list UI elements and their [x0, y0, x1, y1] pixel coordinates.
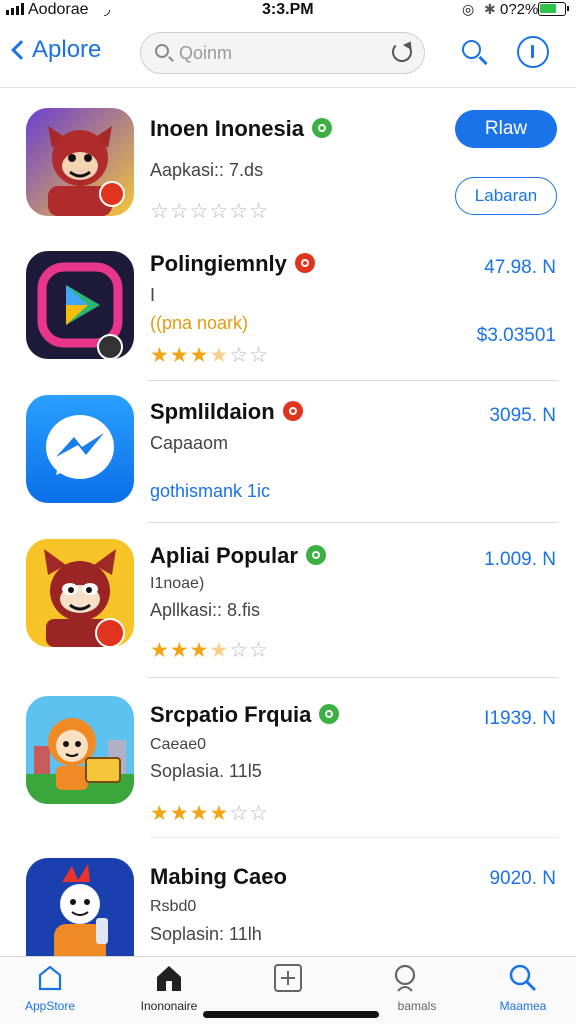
status-bar: Aodorae ◞ 3:3.PM ◎ ✱ 0?2%	[0, 0, 576, 22]
chevron-left-icon	[11, 40, 31, 60]
app-subtitle: I	[150, 285, 156, 305]
app-price[interactable]: 47.98. N	[484, 257, 556, 279]
app-store-icon	[35, 963, 65, 993]
location-icon: ◎	[462, 1, 475, 17]
app-name: Inoen Inonesia	[150, 116, 333, 142]
signal-icon	[6, 3, 24, 15]
tab-add[interactable]	[233, 963, 343, 999]
battery-icon	[538, 2, 569, 16]
app-icon-hero	[26, 539, 134, 647]
verified-badge-icon	[319, 704, 340, 725]
search-icon	[155, 44, 169, 58]
wifi-icon: ◞	[104, 1, 111, 18]
carrier-label: Aodorae	[28, 1, 89, 18]
app-icon-play	[26, 251, 134, 359]
plus-square-icon	[273, 963, 303, 993]
list-item[interactable]: Apliai Popular I1noae) Apllkasi:: 8.fis …	[0, 523, 576, 678]
verified-badge-icon	[312, 118, 333, 139]
search-input[interactable]: Qoinm	[140, 32, 425, 74]
search-input-text: Qoinm	[179, 43, 233, 63]
rating-stars: ★★★★☆☆	[150, 639, 269, 662]
app-icon-character	[26, 696, 134, 804]
search-icon	[508, 963, 538, 993]
app-icon-messenger	[26, 395, 134, 503]
app-icon-devil	[26, 108, 134, 216]
app-name: Mabing Caeo	[150, 864, 287, 889]
app-name: Spmlildaion	[150, 399, 303, 425]
app-name: Apliai Popular	[150, 543, 326, 569]
app-tag: ((pna noark)	[150, 313, 249, 333]
app-subtitle-2: Soplasia. 11l5	[150, 761, 262, 781]
tab-home[interactable]: Inononaire	[114, 963, 224, 1013]
list-item[interactable]: Mabing Caeo Rsbd0 Soplasin: 11lh 9020. N	[0, 838, 576, 956]
get-button[interactable]: Rlaw	[455, 110, 557, 148]
battery-percent: 0?2%	[500, 1, 539, 18]
info-button[interactable]	[517, 36, 549, 68]
back-button[interactable]: Aplore	[6, 36, 101, 64]
verified-badge-icon	[282, 401, 303, 422]
app-icon-mascot	[26, 858, 134, 956]
search-icon	[392, 963, 422, 993]
search-button[interactable]	[460, 38, 488, 66]
app-price[interactable]: 1.009. N	[484, 549, 556, 571]
reload-icon[interactable]	[392, 42, 412, 62]
home-icon	[154, 963, 184, 993]
app-name: Polingiemnly	[150, 251, 315, 277]
back-label: Aplore	[32, 36, 102, 63]
app-name: Srcpatio Frquia	[150, 702, 340, 728]
app-subtitle-2: Apllkasi:: 8.fis	[150, 600, 261, 620]
rating-stars: ★★★★☆☆	[150, 802, 269, 825]
status-time: 3:3.PM	[262, 1, 314, 18]
tab-label: Maamea	[499, 999, 547, 1013]
tab-search[interactable]: bamals	[352, 963, 462, 1013]
app-subtitle: Caeae0	[150, 736, 207, 753]
rating-stars: ☆☆☆☆☆☆	[150, 200, 269, 223]
app-price-secondary[interactable]: $3.03501	[477, 325, 556, 347]
app-link[interactable]: gothismank 1ic	[150, 481, 270, 502]
list-item[interactable]: Inoen Inonesia Aapkasi:: 7.ds ☆☆☆☆☆☆ Rla…	[0, 90, 576, 233]
app-subtitle: Rsbd0	[150, 898, 197, 915]
rating-stars: ★★★★☆☆	[150, 344, 269, 367]
list-item[interactable]: Polingiemnly I ((pna noark) ★★★★☆☆ 47.98…	[0, 233, 576, 381]
app-price[interactable]: 3095. N	[489, 405, 556, 427]
app-subtitle-2: Soplasin: 11lh	[150, 924, 262, 944]
app-subtitle: Aapkasi:: 7.ds	[150, 160, 264, 180]
secondary-button[interactable]: Labaran	[455, 177, 557, 215]
app-subtitle: I1noae)	[150, 575, 205, 592]
list-item[interactable]: Spmlildaion Capaaom gothismank 1ic 3095.…	[0, 381, 576, 523]
tab-label: bamals	[397, 999, 437, 1013]
app-price[interactable]: I1939. N	[484, 708, 556, 730]
app-subtitle: Capaaom	[150, 433, 229, 453]
verified-badge-icon	[305, 545, 326, 566]
verified-badge-icon	[294, 253, 315, 274]
navigation-bar: Aplore Qoinm	[0, 24, 576, 88]
app-price[interactable]: 9020. N	[489, 868, 556, 890]
home-indicator[interactable]	[203, 1011, 379, 1018]
bluetooth-icon: ✱	[484, 1, 496, 17]
tab-appstore[interactable]: AppStore	[0, 963, 105, 1013]
tab-label: AppStore	[24, 999, 76, 1013]
tab-search-active[interactable]: Maamea	[468, 963, 576, 1013]
list-item[interactable]: Srcpatio Frquia Caeae0 Soplasia. 11l5 ★★…	[0, 678, 576, 838]
